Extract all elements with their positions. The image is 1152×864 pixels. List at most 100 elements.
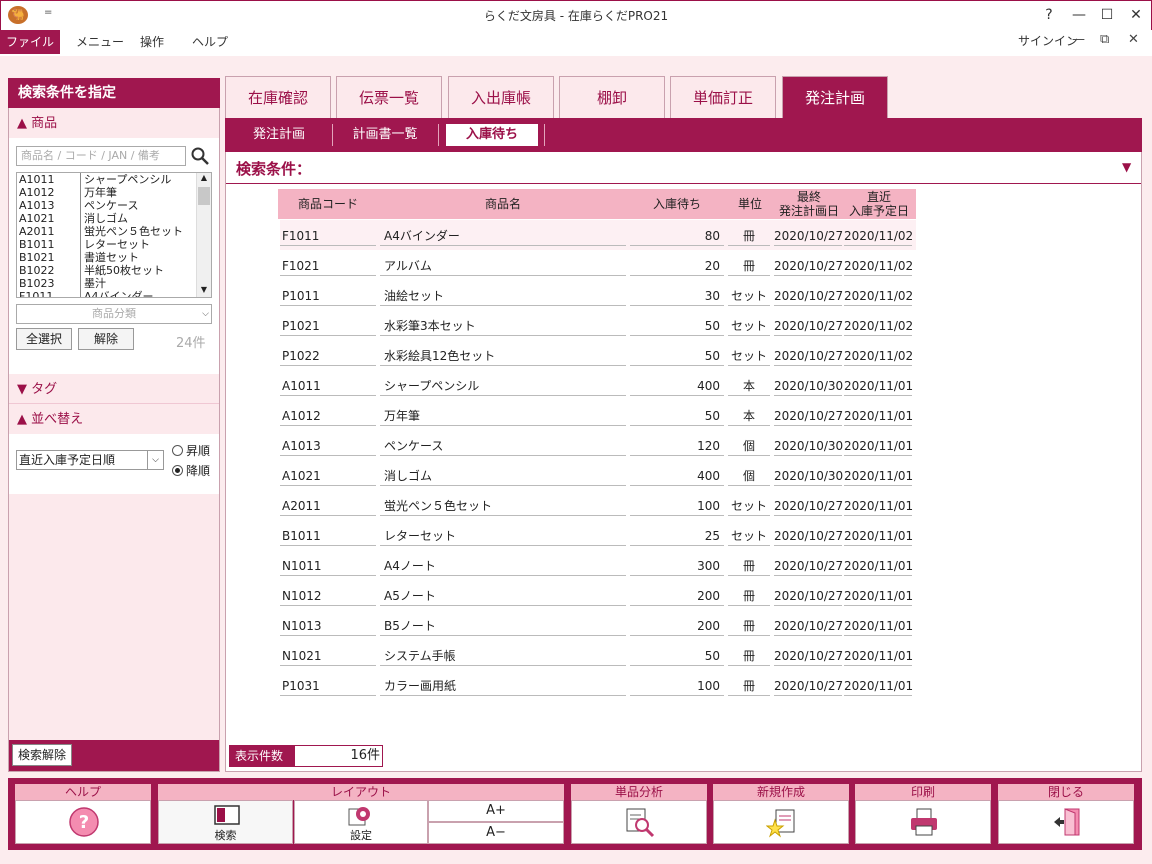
cell-name: 消しゴム	[380, 466, 626, 486]
cell-name: カラー画用紙	[380, 676, 626, 696]
table-row[interactable]: A2011 蛍光ペン５色セット 100 セット 2020/10/27 2020/11/01	[280, 490, 916, 520]
window-title: らくだ文房具 - 在庫らくだPRO21	[483, 9, 669, 23]
tab-inout-ledger[interactable]: 入出庫帳	[448, 76, 554, 118]
category-select[interactable]: 商品分類 ⌵	[16, 304, 212, 324]
clear-search-button[interactable]: 検索解除	[12, 744, 72, 766]
menu-file[interactable]: ファイル	[0, 30, 60, 54]
scroll-up-icon[interactable]: ▲	[197, 173, 211, 185]
settings-button[interactable]: 設定	[294, 800, 428, 844]
product-list-item[interactable]: A1013 ペンケース	[17, 199, 211, 212]
analysis-button[interactable]	[571, 800, 707, 844]
new-button[interactable]	[713, 800, 849, 844]
help-icon[interactable]: ?	[1038, 5, 1060, 25]
cell-wait: 50	[630, 646, 724, 666]
chevron-down-icon: ⌵	[147, 451, 163, 469]
table-row[interactable]: P1011 油絵セット 30 セット 2020/10/27 2020/11/02	[280, 280, 916, 310]
scroll-thumb[interactable]	[198, 187, 210, 205]
product-search-input[interactable]: 商品名 / コード / JAN / 備考	[16, 146, 186, 166]
table-row[interactable]: N1012 A5ノート 200 冊 2020/10/27 2020/11/01	[280, 580, 916, 610]
search-icon[interactable]	[190, 146, 210, 166]
minimize-button[interactable]: —	[1068, 5, 1090, 25]
table-row[interactable]: A1011 シャープペンシル 400 本 2020/10/30 2020/11/01	[280, 370, 916, 400]
table-row[interactable]: F1011 A4バインダー 80 冊 2020/10/27 2020/11/02	[280, 220, 916, 250]
table-row[interactable]: N1011 A4ノート 300 冊 2020/10/27 2020/11/01	[280, 550, 916, 580]
cell-unit: セット	[728, 496, 770, 516]
help-button[interactable]: ?	[15, 800, 151, 844]
product-list-item[interactable]: A1012 万年筆	[17, 186, 211, 199]
col-code-header[interactable]: 商品コード	[278, 189, 378, 219]
subtab-plan-list[interactable]: 計画書一覧	[340, 124, 430, 146]
condition-bar[interactable]	[226, 152, 1141, 184]
product-list-item[interactable]: F1011 A4バインダー	[17, 290, 211, 297]
product-list-item[interactable]: B1023 墨汁	[17, 277, 211, 290]
signin-link[interactable]: サインイン	[1018, 32, 1078, 49]
select-all-button[interactable]: 全選択	[16, 328, 72, 350]
section-product-toggle[interactable]: ▲ 商品	[9, 110, 219, 138]
menu-menu[interactable]: メニュー	[76, 30, 124, 54]
col-unit-header[interactable]: 単位	[728, 189, 772, 219]
scroll-down-icon[interactable]: ▼	[197, 285, 211, 297]
product-list-scrollbar[interactable]: ▲ ▼	[196, 173, 211, 297]
doc-restore-button[interactable]: ⧉	[1100, 32, 1109, 47]
tab-price-correction[interactable]: 単価訂正	[670, 76, 776, 118]
doc-close-button[interactable]: ✕	[1128, 32, 1139, 47]
subtab-order-plan[interactable]: 発注計画	[236, 124, 322, 146]
cell-next: 2020/11/02	[844, 346, 913, 366]
product-list[interactable]: A1011 シャープペンシル A1012 万年筆 A1013 ペンケース A1021 消しゴム…	[16, 172, 212, 298]
col-next-header[interactable]: 直近 入庫予定日	[844, 189, 914, 219]
cell-name: 万年筆	[380, 406, 626, 426]
cell-unit: 本	[728, 406, 770, 426]
sort-order-select[interactable]: 直近入庫予定日順 ⌵	[16, 450, 164, 470]
section-sort-toggle[interactable]: ▲ 並べ替え	[9, 406, 219, 434]
tab-inventory[interactable]: 棚卸	[559, 76, 665, 118]
col-wait-header[interactable]: 入庫待ち	[628, 189, 726, 219]
table-row[interactable]: P1021 水彩筆3本セット 50 セット 2020/10/27 2020/11/02	[280, 310, 916, 340]
menu-operation[interactable]: 操作	[140, 30, 164, 54]
doc-minimize-button[interactable]: —	[1072, 32, 1085, 47]
table-row[interactable]: A1012 万年筆 50 本 2020/10/27 2020/11/01	[280, 400, 916, 430]
cell-name: A4ノート	[380, 556, 626, 576]
tab-order-plan[interactable]: 発注計画	[782, 76, 888, 118]
product-list-item[interactable]: A1011 シャープペンシル	[17, 173, 211, 186]
table-row[interactable]: A1021 消しゴム 400 個 2020/10/30 2020/11/01	[280, 460, 916, 490]
tab-stock-check[interactable]: 在庫確認	[225, 76, 331, 118]
deselect-button[interactable]: 解除	[78, 328, 134, 350]
cell-unit: セット	[728, 346, 770, 366]
table-row[interactable]: N1013 B5ノート 200 冊 2020/10/27 2020/11/01	[280, 610, 916, 640]
table-row[interactable]: F1021 アルバム 20 冊 2020/10/27 2020/11/02	[280, 250, 916, 280]
printer-icon	[911, 808, 937, 836]
table-row[interactable]: N1021 システム手帳 50 冊 2020/10/27 2020/11/01	[280, 640, 916, 670]
col-name-header[interactable]: 商品名	[380, 189, 626, 219]
font-up-button[interactable]: A+	[428, 800, 564, 822]
table-row[interactable]: P1031 カラー画用紙 100 冊 2020/10/27 2020/11/01	[280, 670, 916, 700]
product-list-item[interactable]: B1022 半紙50枚セット	[17, 264, 211, 277]
col-last-header[interactable]: 最終 発注計画日	[774, 189, 844, 219]
radio-ascending[interactable]: 昇順	[172, 442, 210, 459]
table-row[interactable]: B1011 レターセット 25 セット 2020/10/27 2020/11/01	[280, 520, 916, 550]
help-group-label: ヘルプ	[15, 784, 151, 800]
table-row[interactable]: P1022 水彩絵具12色セット 50 セット 2020/10/27 2020/11/02	[280, 340, 916, 370]
layout-search-button[interactable]: 検索	[158, 800, 293, 844]
close-window-button[interactable]: ✕	[1125, 5, 1147, 25]
cell-code: N1012	[280, 586, 376, 606]
product-list-item[interactable]: B1011 レターセット	[17, 238, 211, 251]
tab-slip-list[interactable]: 伝票一覧	[336, 76, 442, 118]
radio-descending[interactable]: 降順	[172, 462, 210, 479]
menu-help[interactable]: ヘルプ	[192, 30, 228, 54]
table-row[interactable]: A1013 ペンケース 120 個 2020/10/30 2020/11/01	[280, 430, 916, 460]
section-tag-toggle[interactable]: ▼ タグ	[9, 376, 219, 404]
print-button[interactable]	[855, 800, 991, 844]
product-count: 24件	[176, 336, 206, 351]
product-list-item[interactable]: A2011 蛍光ペン５色セット	[17, 225, 211, 238]
cell-last: 2020/10/30	[774, 436, 843, 456]
expand-arrow-icon[interactable]: ▼	[1122, 160, 1131, 174]
subtab-awaiting-receipt[interactable]: 入庫待ち	[446, 124, 538, 146]
close-button[interactable]	[998, 800, 1134, 844]
product-list-code: A2011	[17, 225, 81, 238]
maximize-button[interactable]: ☐	[1096, 5, 1118, 25]
font-down-button[interactable]: A−	[428, 822, 564, 844]
magnifier-document-icon	[626, 808, 655, 838]
product-list-item[interactable]: B1021 書道セット	[17, 251, 211, 264]
gear-icon	[348, 807, 370, 826]
product-list-item[interactable]: A1021 消しゴム	[17, 212, 211, 225]
